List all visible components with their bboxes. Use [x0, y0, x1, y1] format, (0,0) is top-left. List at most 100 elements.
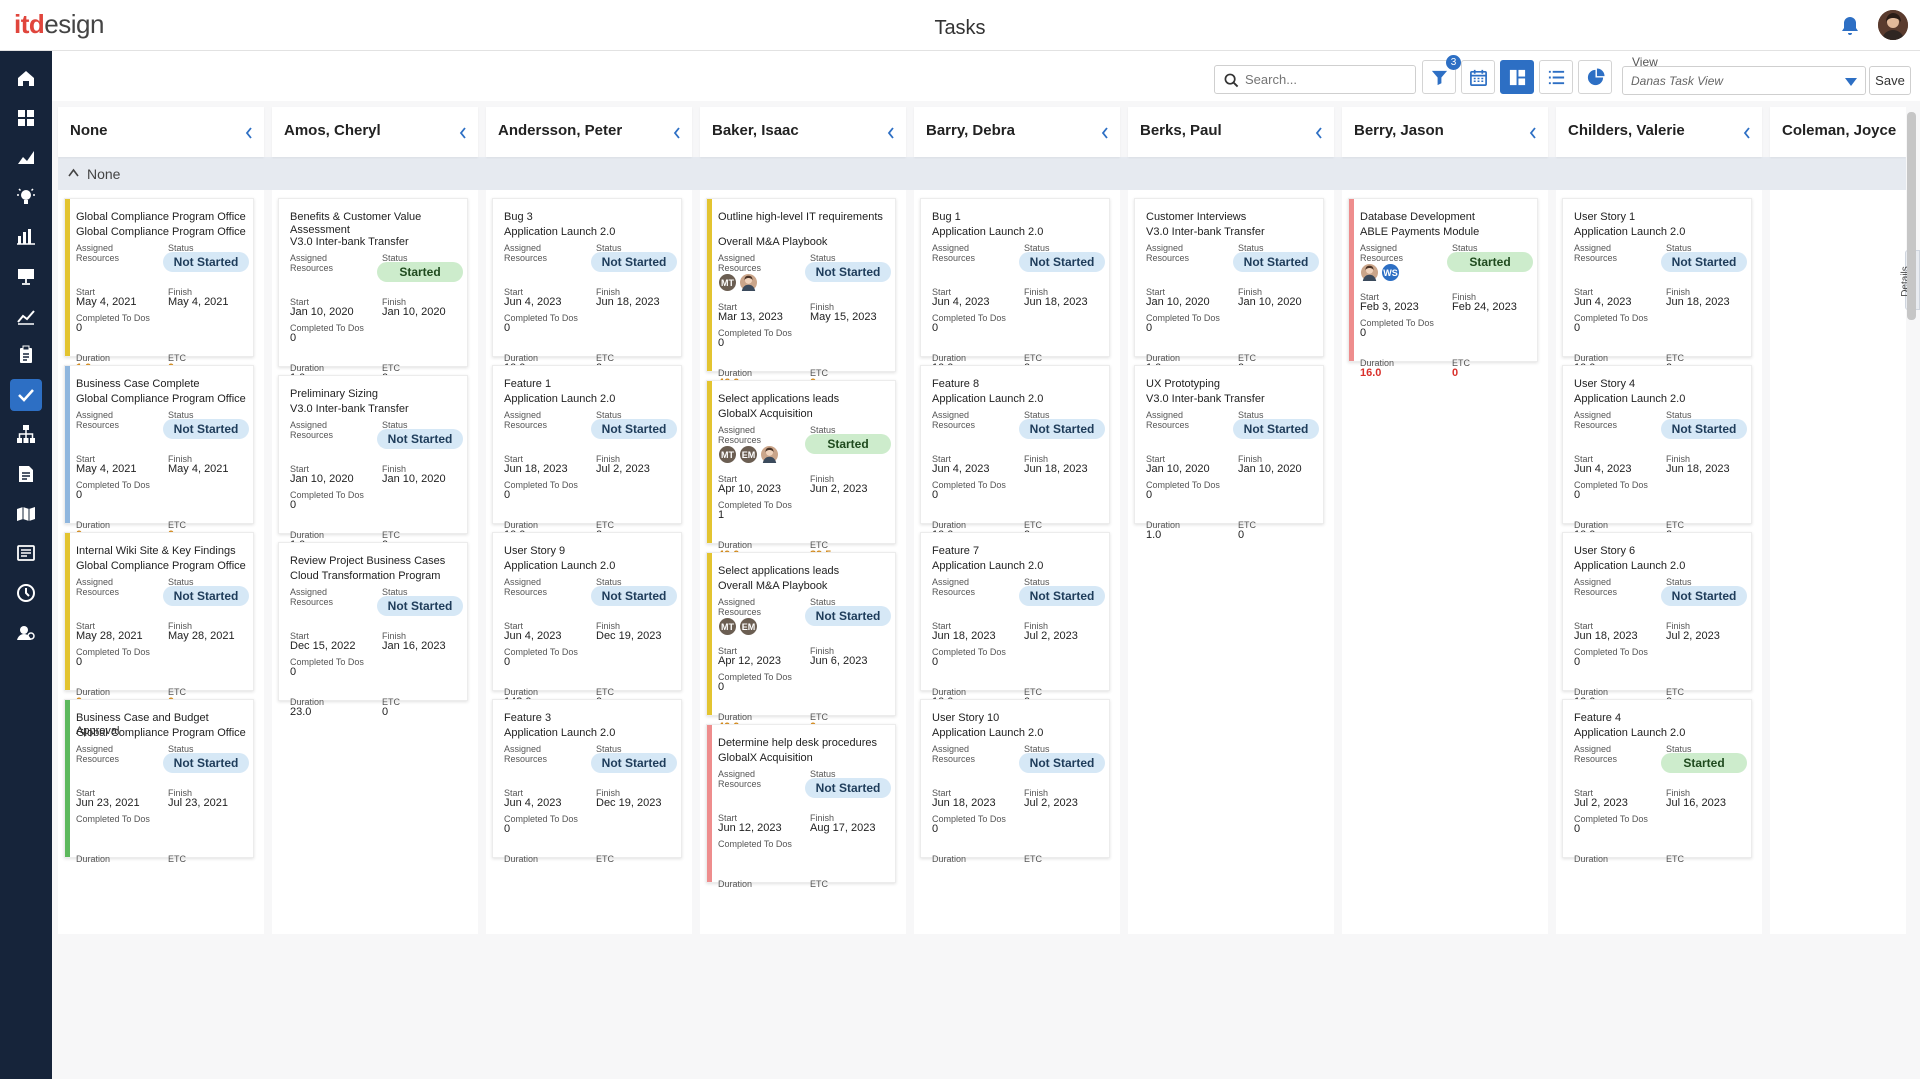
collapse-column-chevron-icon[interactable]: [1528, 126, 1538, 140]
sidebar-nav-clock[interactable]: [10, 577, 42, 609]
task-card[interactable]: Feature 8 Application Launch 2.0 Assigned …: [920, 365, 1110, 541]
task-card[interactable]: User Story 4 Application Launch 2.0 Assign…: [1562, 365, 1752, 541]
resource-avatar[interactable]: MT: [718, 445, 737, 464]
list-view-button[interactable]: [1539, 60, 1573, 94]
chart-view-button[interactable]: [1578, 60, 1612, 94]
status-badge[interactable]: Not Started: [1661, 419, 1747, 439]
sidebar-nav-notes[interactable]: [10, 537, 42, 569]
status-badge[interactable]: Not Started: [1019, 252, 1105, 272]
resource-avatar[interactable]: WS: [1381, 263, 1400, 282]
task-card[interactable]: Customer Interviews V3.0 Inter-bank Trans…: [1134, 198, 1324, 374]
task-project: Application Launch 2.0: [1574, 226, 1686, 238]
status-badge[interactable]: Not Started: [1233, 252, 1319, 272]
task-card[interactable]: Global Compliance Program Office Global C…: [64, 198, 254, 374]
calendar-view-button[interactable]: [1461, 60, 1495, 94]
logo[interactable]: itdesign: [14, 9, 104, 40]
resource-avatar[interactable]: EM: [739, 445, 758, 464]
status-badge[interactable]: Not Started: [1661, 586, 1747, 606]
sidebar-nav-ideas[interactable]: [10, 181, 42, 213]
resource-avatar-photo[interactable]: [760, 445, 779, 464]
resource-avatar[interactable]: MT: [718, 273, 737, 292]
status-badge[interactable]: Not Started: [591, 586, 677, 606]
task-card[interactable]: Database Development ABLE Payments Module…: [1348, 198, 1538, 379]
status-badge[interactable]: Not Started: [805, 262, 891, 282]
resource-avatar[interactable]: EM: [739, 617, 758, 636]
task-card[interactable]: User Story 6 Application Launch 2.0 Assign…: [1562, 532, 1752, 708]
task-card[interactable]: Business Case Complete Global Compliance …: [64, 365, 254, 541]
task-card[interactable]: User Story 9 Application Launch 2.0 Assign…: [492, 532, 682, 708]
status-badge[interactable]: Not Started: [163, 419, 249, 439]
collapse-column-chevron-icon[interactable]: [458, 126, 468, 140]
save-button[interactable]: Save: [1869, 66, 1911, 95]
collapse-column-chevron-icon[interactable]: [886, 126, 896, 140]
task-card[interactable]: Feature 4 Application Launch 2.0 Assigned …: [1562, 699, 1752, 864]
task-card[interactable]: Bug 3 Application Launch 2.0 Assigned Reso…: [492, 198, 682, 374]
task-card[interactable]: User Story 1 Application Launch 2.0 Assign…: [1562, 198, 1752, 374]
status-badge[interactable]: Started: [377, 262, 463, 282]
vertical-scrollbar[interactable]: [1907, 112, 1916, 320]
notification-bell-icon[interactable]: [1838, 14, 1862, 38]
status-badge[interactable]: Not Started: [1019, 586, 1105, 606]
collapse-column-chevron-icon[interactable]: [1100, 126, 1110, 140]
task-card[interactable]: Benefits & Customer Value Assessment V3.0…: [278, 198, 468, 384]
sidebar-nav-tasks-check[interactable]: [10, 378, 42, 411]
task-card[interactable]: Select applications leads GlobalX Acquisi…: [706, 380, 896, 561]
resource-avatar[interactable]: MT: [718, 617, 737, 636]
status-badge[interactable]: Not Started: [1233, 419, 1319, 439]
task-card[interactable]: Review Project Business Cases Cloud Trans…: [278, 542, 468, 718]
task-card[interactable]: Bug 1 Application Launch 2.0 Assigned Reso…: [920, 198, 1110, 374]
task-card[interactable]: Determine help desk procedures GlobalX Ac…: [706, 724, 896, 889]
status-badge[interactable]: Not Started: [591, 753, 677, 773]
status-badge[interactable]: Not Started: [377, 596, 463, 616]
status-badge[interactable]: Not Started: [163, 586, 249, 606]
task-card[interactable]: Feature 1 Application Launch 2.0 Assigned …: [492, 365, 682, 541]
sidebar-nav-trend[interactable]: [10, 300, 42, 332]
sidebar-nav-hierarchy[interactable]: [10, 418, 42, 450]
status-badge[interactable]: Not Started: [1019, 753, 1105, 773]
status-badge[interactable]: Not Started: [377, 429, 463, 449]
start-date: Jun 23, 2021: [76, 797, 140, 809]
search-input[interactable]: [1245, 70, 1410, 89]
status-badge[interactable]: Started: [1661, 753, 1747, 773]
sidebar-nav-portfolio[interactable]: [10, 141, 42, 173]
status-badge[interactable]: Not Started: [805, 606, 891, 626]
task-card[interactable]: Select applications leads Overall M&A Pla…: [706, 552, 896, 733]
collapse-column-chevron-icon[interactable]: [244, 126, 254, 140]
filter-button[interactable]: 3: [1422, 55, 1461, 94]
sidebar-nav-map[interactable]: [10, 498, 42, 530]
task-card[interactable]: Preliminary Sizing V3.0 Inter-bank Transf…: [278, 375, 468, 551]
status-badge[interactable]: Started: [805, 434, 891, 454]
status-badge[interactable]: Not Started: [591, 252, 677, 272]
task-card[interactable]: Feature 3 Application Launch 2.0 Assigned …: [492, 699, 682, 864]
status-badge[interactable]: Started: [1447, 252, 1533, 272]
task-card[interactable]: UX Prototyping V3.0 Inter-bank Transfer As…: [1134, 365, 1324, 541]
status-badge[interactable]: Not Started: [805, 778, 891, 798]
collapse-column-chevron-icon[interactable]: [1314, 126, 1324, 140]
sidebar-nav-clipboard[interactable]: [10, 339, 42, 371]
task-card[interactable]: Feature 7 Application Launch 2.0 Assigned …: [920, 532, 1110, 708]
status-badge[interactable]: Not Started: [591, 419, 677, 439]
sidebar-nav-reports[interactable]: [10, 220, 42, 252]
group-header[interactable]: None: [58, 157, 1906, 190]
status-badge[interactable]: Not Started: [1661, 252, 1747, 272]
resource-avatar-photo[interactable]: [739, 273, 758, 292]
status-badge[interactable]: Not Started: [163, 753, 249, 773]
sidebar-nav-presentation[interactable]: [10, 260, 42, 292]
resource-avatar-photo[interactable]: [1360, 263, 1379, 282]
task-card[interactable]: User Story 10 Application Launch 2.0 Assig…: [920, 699, 1110, 864]
view-select[interactable]: Danas Task View: [1622, 66, 1866, 95]
collapse-column-chevron-icon[interactable]: [672, 126, 682, 140]
sidebar-nav-timesheet[interactable]: [10, 458, 42, 490]
board-view-button[interactable]: [1500, 60, 1534, 94]
sidebar-nav-home[interactable]: [10, 62, 42, 94]
task-card[interactable]: Business Case and Budget Approval Global …: [64, 699, 254, 864]
search-box[interactable]: [1214, 65, 1416, 94]
task-card[interactable]: Outline high-level IT requirements Overal…: [706, 198, 896, 389]
status-badge[interactable]: Not Started: [163, 252, 249, 272]
sidebar-nav-dashboard[interactable]: [10, 102, 42, 134]
collapse-column-chevron-icon[interactable]: [1742, 126, 1752, 140]
user-avatar[interactable]: [1878, 10, 1908, 40]
task-card[interactable]: Internal Wiki Site & Key Findings Global …: [64, 532, 254, 708]
sidebar-nav-admin[interactable]: [10, 616, 42, 648]
status-badge[interactable]: Not Started: [1019, 419, 1105, 439]
